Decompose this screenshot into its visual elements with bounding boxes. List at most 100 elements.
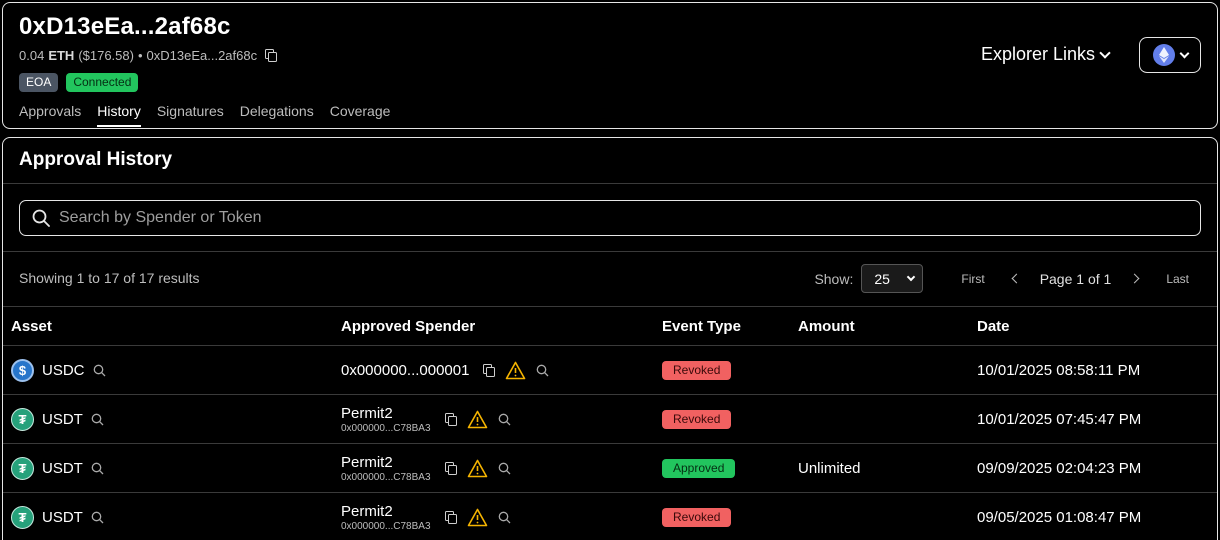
asset-cell: ₮ USDT	[11, 456, 325, 480]
chevron-down-icon	[1099, 46, 1111, 59]
previous-page-icon[interactable]	[1011, 273, 1022, 284]
column-header-amount[interactable]: Amount	[790, 306, 969, 346]
event-type-badge: Revoked	[662, 360, 732, 380]
date-cell: 10/01/2025 08:58:11 PM	[969, 345, 1217, 395]
table-row: ₮ USDT Permit2 0x000000...C78BA3	[3, 394, 1217, 444]
asset-name: USDC	[42, 361, 85, 379]
tab-approvals[interactable]: Approvals	[19, 103, 81, 127]
copy-icon[interactable]	[444, 510, 457, 524]
search-icon	[32, 209, 50, 227]
balance-usd: ($176.58)	[78, 48, 134, 63]
connected-badge: Connected	[66, 73, 139, 92]
search-icon[interactable]	[498, 413, 511, 426]
amount-cell	[790, 345, 969, 395]
approval-history-panel: Approval History Showing 1 to 17 of 17 r…	[2, 137, 1218, 540]
spender-name: Permit2	[341, 404, 393, 422]
usdt-icon: ₮	[11, 407, 34, 431]
spender-address: 0x000000...000001	[341, 361, 470, 379]
spender-address: 0x000000...C78BA3	[341, 471, 431, 483]
search-icon[interactable]	[498, 511, 511, 524]
event-type-badge: Revoked	[662, 507, 732, 527]
table-header-row: Asset Approved Spender Event Type Amount…	[3, 306, 1217, 346]
tab-history[interactable]: History	[97, 103, 141, 127]
divider	[3, 251, 1217, 252]
event-type-badge: Revoked	[662, 409, 732, 429]
results-count: Showing 1 to 17 of 17 results	[19, 270, 200, 286]
next-page-icon[interactable]	[1129, 273, 1140, 284]
tab-bar: Approvals History Signatures Delegations…	[19, 103, 390, 127]
amount-cell	[790, 394, 969, 444]
spender-cell: Permit2 0x000000...C78BA3	[341, 405, 646, 434]
copy-icon[interactable]	[483, 363, 496, 377]
page-size-value: 25	[874, 270, 890, 287]
copy-icon[interactable]	[265, 49, 278, 62]
explorer-links-button[interactable]: Explorer Links	[981, 44, 1111, 65]
divider	[3, 183, 1217, 184]
tab-signatures[interactable]: Signatures	[157, 103, 224, 127]
usdc-icon: $	[11, 358, 34, 382]
search-icon[interactable]	[91, 462, 104, 475]
asset-cell: $ USDC	[11, 358, 325, 382]
first-page-button[interactable]: First	[961, 272, 984, 286]
asset-name: USDT	[42, 459, 83, 477]
search-box[interactable]	[19, 200, 1201, 236]
search-icon[interactable]	[498, 462, 511, 475]
chevron-down-icon	[907, 272, 916, 282]
warning-icon	[467, 508, 487, 526]
separator: •	[137, 48, 143, 63]
page-info: Page 1 of 1	[1039, 270, 1112, 287]
pagination: Show: 25 First Page 1 of 1 Last	[814, 264, 1203, 293]
balance-line: 0.04 ETH ($176.58) • 0xD13eEa...2af68c	[19, 48, 278, 63]
usdt-icon: ₮	[11, 456, 34, 480]
warning-icon	[467, 459, 487, 477]
search-icon[interactable]	[91, 413, 104, 426]
ethereum-icon	[1152, 44, 1175, 66]
amount-cell	[790, 492, 969, 540]
tab-delegations[interactable]: Delegations	[240, 103, 314, 127]
date-cell: 09/09/2025 02:04:23 PM	[969, 443, 1217, 493]
spender-cell: Permit2 0x000000...C78BA3	[341, 454, 646, 483]
balance-amount: 0.04	[19, 48, 45, 63]
last-page-button[interactable]: Last	[1166, 272, 1189, 286]
section-title: Approval History	[19, 149, 173, 170]
spender-cell: Permit2 0x000000...C78BA3	[341, 503, 646, 532]
warning-icon	[506, 361, 526, 379]
spender-name: Permit2	[341, 502, 393, 520]
asset-name: USDT	[42, 508, 83, 526]
show-label: Show:	[814, 270, 854, 287]
search-icon[interactable]	[93, 364, 106, 377]
table-row: ₮ USDT Permit2 0x000000...C78BA3	[3, 492, 1217, 540]
approval-history-table: Asset Approved Spender Event Type Amount…	[3, 306, 1217, 540]
column-header-event-type[interactable]: Event Type	[654, 306, 790, 346]
event-type-badge: Approved	[662, 458, 736, 478]
badges: EOA Connected	[19, 73, 139, 92]
copy-icon[interactable]	[444, 412, 457, 426]
explorer-links-label: Explorer Links	[981, 44, 1096, 64]
column-header-date[interactable]: Date	[969, 306, 1217, 346]
tab-coverage[interactable]: Coverage	[330, 103, 391, 127]
page-size-select[interactable]: 25	[861, 264, 924, 293]
usdt-icon: ₮	[11, 505, 34, 529]
asset-cell: ₮ USDT	[11, 505, 325, 529]
address-header: 0xD13eEa...2af68c 0.04 ETH ($176.58) • 0…	[2, 2, 1218, 129]
amount-cell: Unlimited	[790, 443, 969, 493]
table-row: ₮ USDT Permit2 0x000000...C78BA3	[3, 443, 1217, 493]
chain-selector-button[interactable]	[1139, 37, 1201, 73]
asset-name: USDT	[42, 410, 83, 428]
date-cell: 10/01/2025 07:45:47 PM	[969, 394, 1217, 444]
address-title: 0xD13eEa...2af68c	[19, 13, 231, 40]
search-icon[interactable]	[536, 364, 549, 377]
spender-address: 0x000000...C78BA3	[341, 520, 431, 532]
date-cell: 09/05/2025 01:08:47 PM	[969, 492, 1217, 540]
asset-cell: ₮ USDT	[11, 407, 325, 431]
balance-symbol: ETH	[48, 48, 75, 63]
search-icon[interactable]	[91, 511, 104, 524]
search-input[interactable]	[59, 209, 1159, 227]
column-header-asset[interactable]: Asset	[3, 306, 333, 346]
column-header-spender[interactable]: Approved Spender	[333, 306, 654, 346]
copy-icon[interactable]	[444, 461, 457, 475]
spender-name: Permit2	[341, 453, 393, 471]
chevron-down-icon	[1179, 48, 1189, 58]
spender-cell: 0x000000...000001	[341, 361, 646, 380]
eoa-badge: EOA	[19, 73, 59, 92]
